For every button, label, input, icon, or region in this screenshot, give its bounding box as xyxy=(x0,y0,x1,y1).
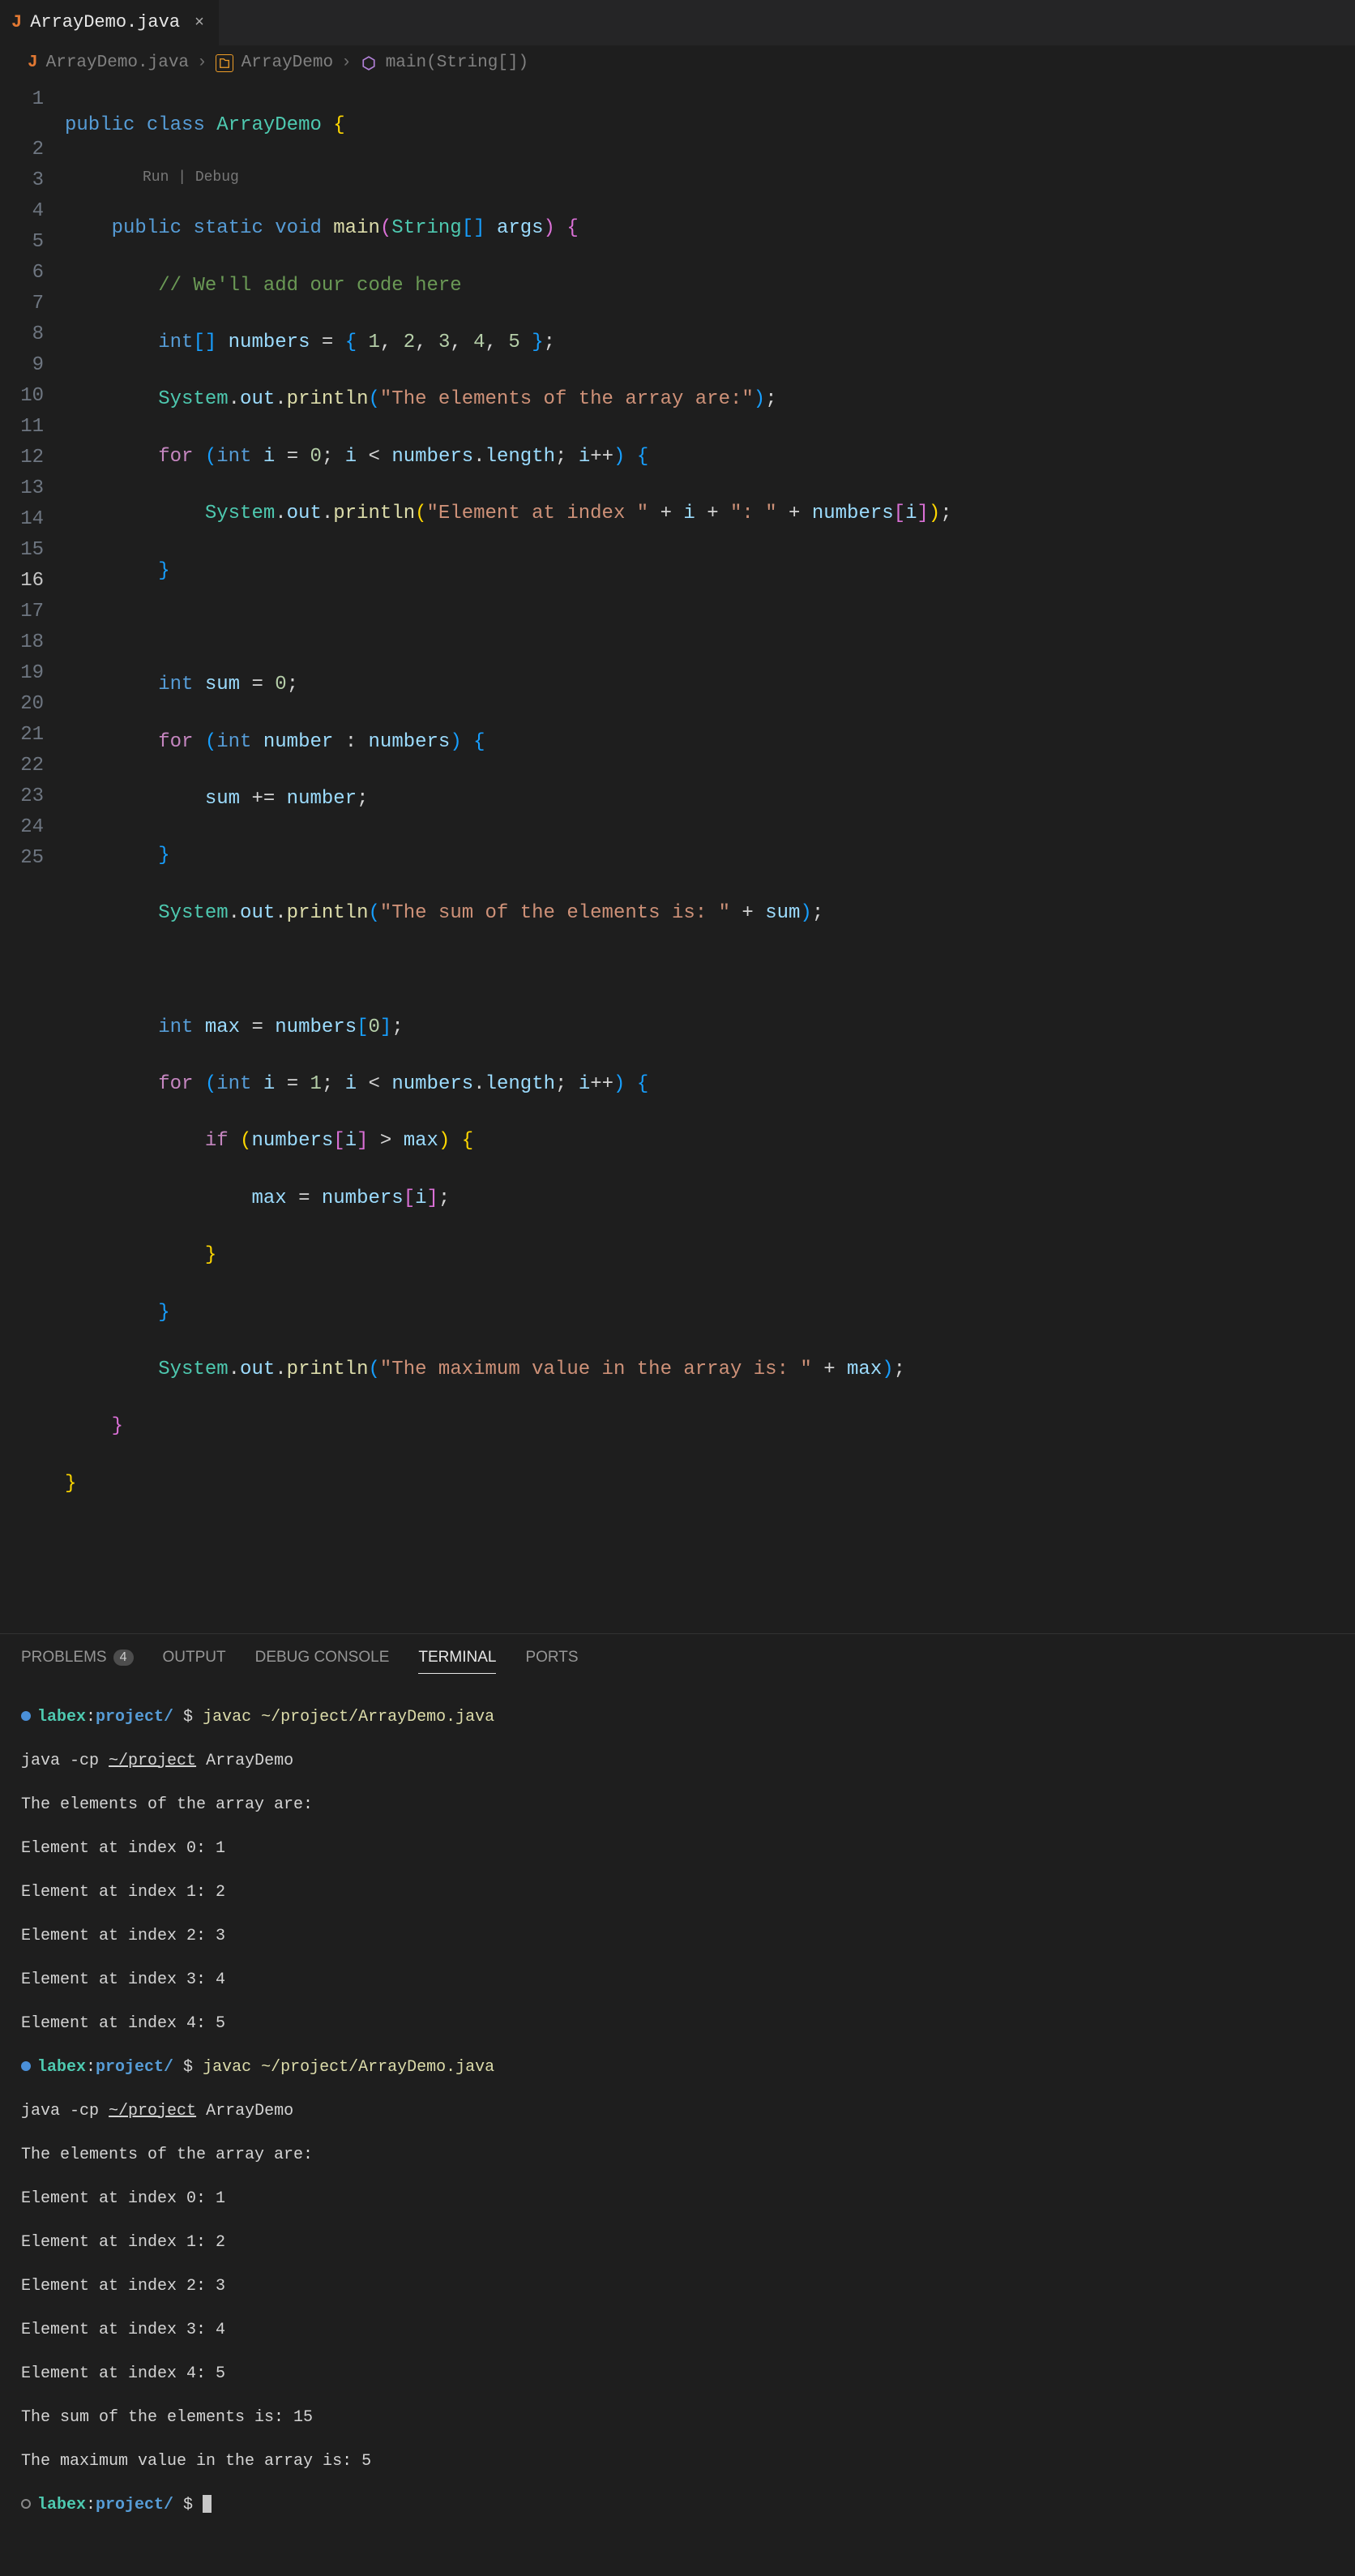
line-number: 7 xyxy=(0,289,44,319)
code-content[interactable]: public class ArrayDemo { Run | Debug pub… xyxy=(65,84,1355,1609)
tab-terminal[interactable]: TERMINAL xyxy=(418,1647,496,1674)
tab-label: PORTS xyxy=(525,1647,578,1668)
line-number: 21 xyxy=(0,720,44,751)
class-icon xyxy=(216,54,233,72)
java-file-icon: J xyxy=(11,11,22,35)
chevron-right-icon: › xyxy=(341,52,352,75)
tab-label: OUTPUT xyxy=(163,1647,226,1668)
line-number: 10 xyxy=(0,381,44,412)
breadcrumb-method[interactable]: main(String[]) xyxy=(386,52,528,75)
status-dot-icon xyxy=(21,2061,31,2071)
line-number: 16 xyxy=(0,566,44,597)
tab-label: DEBUG CONSOLE xyxy=(255,1647,390,1668)
line-number: 4 xyxy=(0,196,44,227)
line-number: 11 xyxy=(0,412,44,443)
line-number: 24 xyxy=(0,812,44,843)
line-number: 8 xyxy=(0,319,44,350)
code-editor[interactable]: 1 2 3 4 5 6 7 8 9 10 11 12 13 14 15 16 1… xyxy=(0,81,1355,1609)
tab-label: TERMINAL xyxy=(418,1647,496,1668)
tab-debug-console[interactable]: DEBUG CONSOLE xyxy=(255,1647,390,1673)
terminal-content[interactable]: labex:project/ $ javac ~/project/ArrayDe… xyxy=(0,1681,1355,2576)
line-number: 19 xyxy=(0,658,44,689)
line-number: 20 xyxy=(0,689,44,720)
panel-tab-bar: PROBLEMS 4 OUTPUT DEBUG CONSOLE TERMINAL… xyxy=(0,1634,1355,1681)
line-number: 23 xyxy=(0,781,44,812)
problems-count-badge: 4 xyxy=(113,1650,134,1666)
chevron-right-icon: › xyxy=(197,52,207,75)
tab-output[interactable]: OUTPUT xyxy=(163,1647,226,1673)
line-number: 5 xyxy=(0,227,44,258)
line-number: 2 xyxy=(0,135,44,165)
method-icon xyxy=(360,54,378,72)
breadcrumb[interactable]: J ArrayDemo.java › ArrayDemo › main(Stri… xyxy=(0,45,1355,81)
tab-filename: ArrayDemo.java xyxy=(30,11,180,35)
code-lens[interactable]: Run | Debug xyxy=(65,168,1347,187)
close-icon[interactable]: × xyxy=(194,12,204,34)
breadcrumb-file[interactable]: ArrayDemo.java xyxy=(46,52,189,75)
line-number: 6 xyxy=(0,258,44,289)
line-number: 9 xyxy=(0,350,44,381)
bottom-panel: PROBLEMS 4 OUTPUT DEBUG CONSOLE TERMINAL… xyxy=(0,1633,1355,2576)
status-dot-icon xyxy=(21,2499,31,2509)
tab-ports[interactable]: PORTS xyxy=(525,1647,578,1673)
line-number: 18 xyxy=(0,627,44,658)
tab-problems[interactable]: PROBLEMS 4 xyxy=(21,1647,134,1673)
line-number: 13 xyxy=(0,473,44,504)
editor-tab-active[interactable]: J ArrayDemo.java × xyxy=(0,0,220,45)
line-number: 3 xyxy=(0,165,44,196)
line-number: 15 xyxy=(0,535,44,566)
line-number: 25 xyxy=(0,843,44,874)
tab-label: PROBLEMS xyxy=(21,1647,107,1668)
debug-codelens[interactable]: Debug xyxy=(195,169,239,186)
status-dot-icon xyxy=(21,1711,31,1721)
editor-tab-bar: J ArrayDemo.java × xyxy=(0,0,1355,45)
breadcrumb-class[interactable]: ArrayDemo xyxy=(242,52,333,75)
line-number: 22 xyxy=(0,751,44,781)
line-number: 1 xyxy=(0,84,44,115)
line-number: 14 xyxy=(0,504,44,535)
line-number: 17 xyxy=(0,597,44,627)
line-number: 12 xyxy=(0,443,44,473)
terminal-cursor xyxy=(203,2495,212,2513)
line-number-gutter: 1 2 3 4 5 6 7 8 9 10 11 12 13 14 15 16 1… xyxy=(0,84,65,1609)
java-file-icon: J xyxy=(28,52,38,75)
run-codelens[interactable]: Run xyxy=(143,169,169,186)
